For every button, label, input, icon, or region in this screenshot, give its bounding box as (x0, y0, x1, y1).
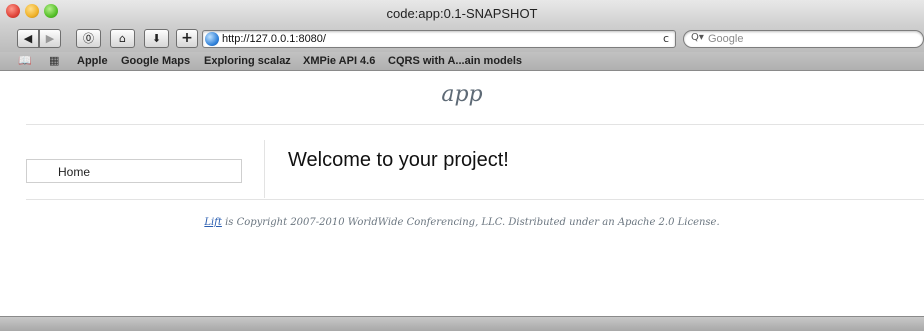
history-icon: ⓪ (83, 32, 94, 45)
search-field[interactable]: Q▾ Google (683, 30, 924, 48)
plus-icon: + (181, 30, 193, 46)
downloads-button[interactable]: ⬇ (144, 29, 169, 48)
back-arrow-icon: ◀ (23, 32, 33, 45)
sidebar-divider (264, 140, 265, 198)
site-logo: app (441, 82, 483, 107)
lift-link[interactable]: Lift (204, 217, 222, 228)
forward-button[interactable]: ▶ (39, 29, 61, 48)
home-icon: ⌂ (119, 32, 126, 45)
address-url[interactable]: http://127.0.0.1:8080/ (222, 33, 326, 45)
bookmark-item[interactable]: XMPie API 4.6 (303, 55, 375, 67)
page-footer: Lift is Copyright 2007-2010 WorldWide Co… (0, 217, 924, 228)
bookmark-item[interactable]: Exploring scalaz (204, 55, 291, 67)
page-content: app Home Welcome to your project! Lift i… (0, 72, 924, 316)
address-bar[interactable]: http://127.0.0.1:8080/ c (202, 30, 676, 48)
add-bookmark-button[interactable]: + (176, 29, 198, 48)
header-divider (26, 124, 924, 125)
sidebar-item-label: Home (58, 165, 91, 179)
browser-window: code:app:0.1-SNAPSHOT ◀ ▶ ⓪ ⌂ ⬇ + http:/… (0, 0, 924, 331)
sidebar-item-home[interactable]: Home (26, 159, 242, 183)
bookmarks-bar: 📖 ▦ Apple Google Maps Exploring scalaz X… (0, 52, 924, 71)
title-bar: code:app:0.1-SNAPSHOT (0, 0, 924, 26)
forward-arrow-icon: ▶ (45, 32, 55, 45)
bookmark-item[interactable]: Google Maps (121, 55, 190, 67)
bookmark-item[interactable]: CQRS with A...ain models (388, 55, 522, 67)
search-placeholder: Google (708, 33, 744, 45)
bookmark-item[interactable]: Apple (77, 55, 108, 67)
footer-copyright-text: is Copyright 2007-2010 WorldWide Confere… (221, 217, 720, 228)
footer-divider (26, 199, 924, 200)
status-bar (0, 316, 924, 331)
download-icon: ⬇ (151, 32, 162, 45)
back-button[interactable]: ◀ (17, 29, 39, 48)
window-title: code:app:0.1-SNAPSHOT (386, 6, 538, 21)
browser-toolbar: ◀ ▶ ⓪ ⌂ ⬇ + http://127.0.0.1:8080/ c Q▾ … (0, 26, 924, 52)
top-sites-grid-icon[interactable]: ▦ (49, 54, 59, 67)
reload-icon[interactable]: c (663, 32, 669, 45)
page-heading: Welcome to your project! (288, 149, 509, 171)
home-button[interactable]: ⌂ (110, 29, 135, 48)
history-button[interactable]: ⓪ (76, 29, 101, 48)
globe-icon (205, 32, 219, 46)
search-icon: Q▾ (691, 32, 704, 43)
bookmarks-book-icon[interactable]: 📖 (18, 54, 32, 67)
